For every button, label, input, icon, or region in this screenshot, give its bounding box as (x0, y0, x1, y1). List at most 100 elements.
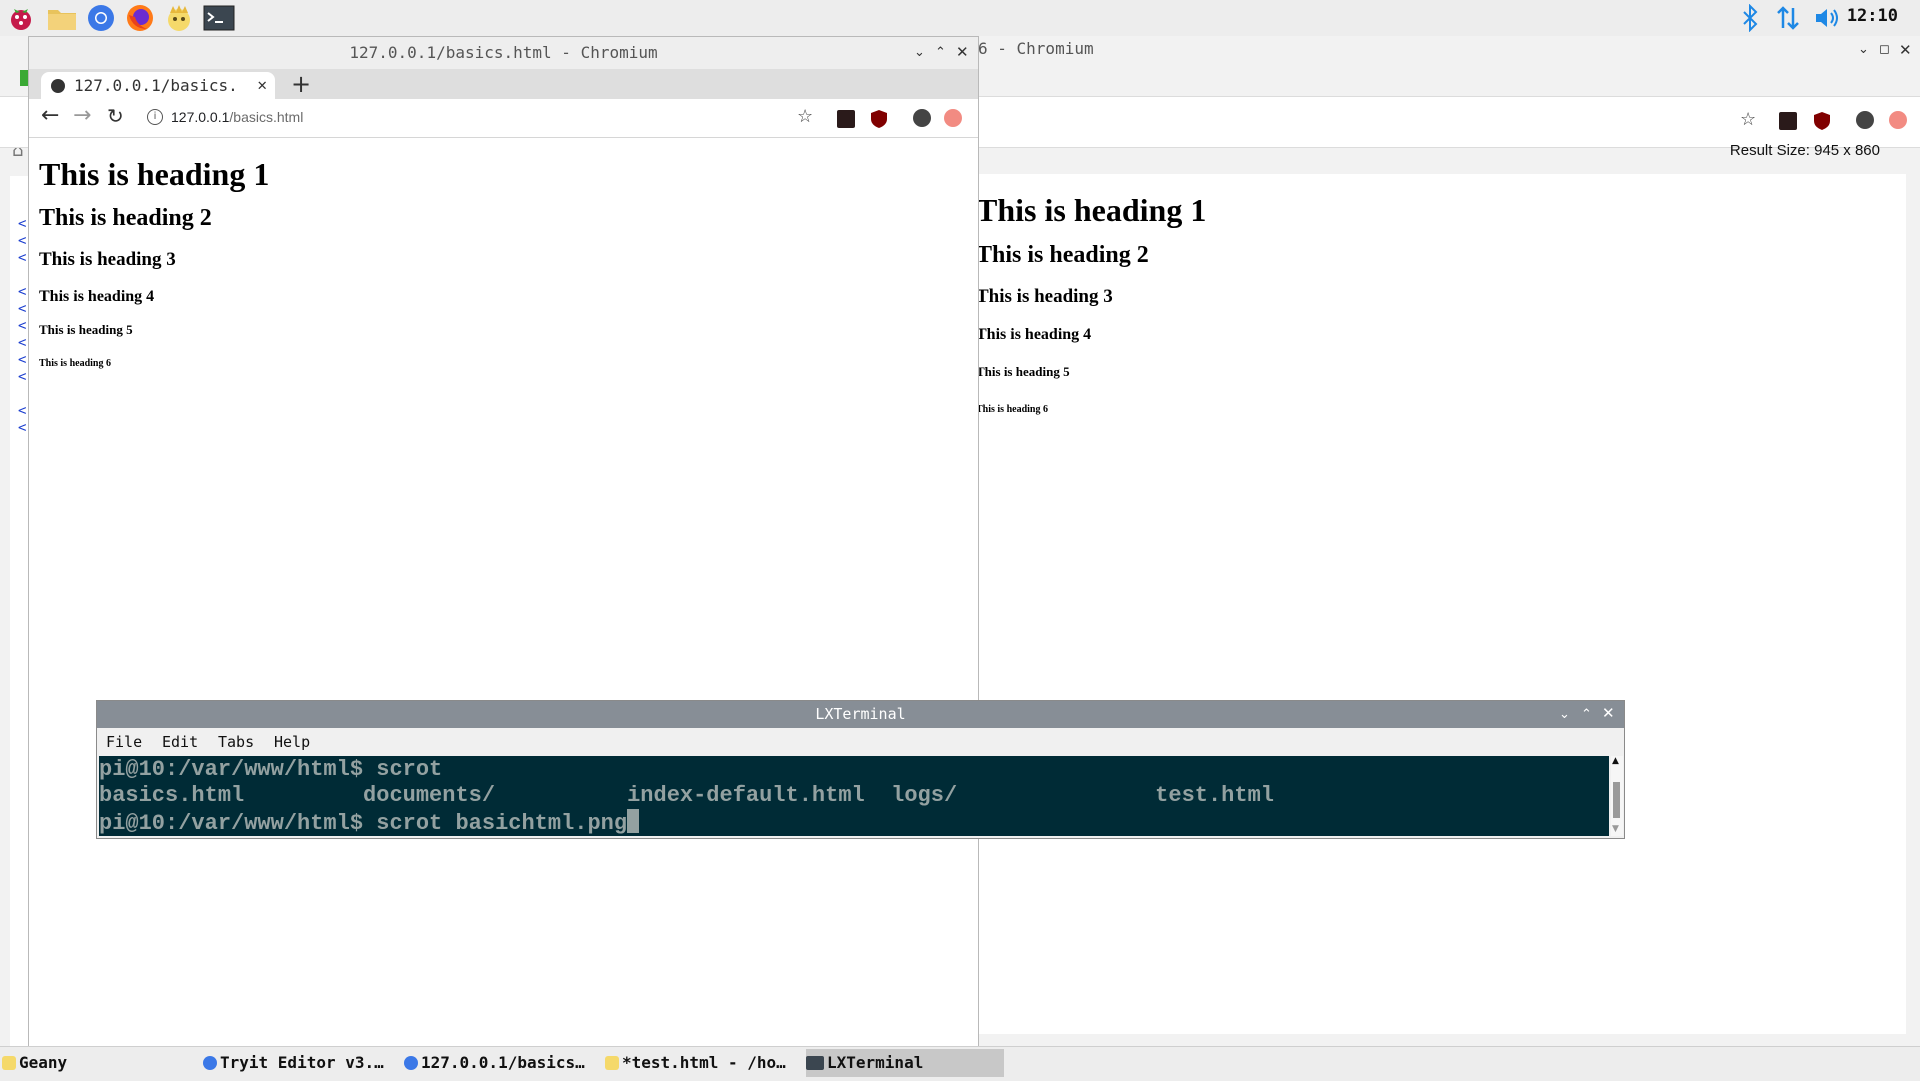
terminal-icon[interactable] (203, 3, 235, 33)
heading-6: This is heading 6 (976, 404, 1048, 415)
terminal-line: pi@10:/var/www/html$ scrot (99, 757, 443, 782)
gutter-mark: < (18, 369, 27, 385)
maximize-icon[interactable]: ⌃ (935, 37, 946, 69)
terminal-output[interactable]: pi@10:/var/www/html$ scrot basics.html d… (99, 756, 1609, 836)
scroll-down-icon[interactable]: ▼ (1612, 824, 1619, 834)
bluetooth-icon[interactable] (1741, 3, 1759, 33)
menu-tabs[interactable]: Tabs (218, 733, 254, 751)
update-icon[interactable] (1889, 111, 1907, 129)
gutter-mark: < (18, 335, 27, 351)
forward-arrow-icon[interactable]: → (73, 103, 91, 128)
firefox-icon[interactable] (125, 3, 155, 33)
taskbar-item-lxterminal[interactable]: LXTerminal (806, 1049, 1004, 1077)
browser-toolbar: ← → ↻ i 127.0.0.1/basics.html ☆ (29, 99, 978, 138)
minimize-icon[interactable]: ⌄ (1858, 42, 1869, 57)
page-content: This is heading 1 This is heading 2 This… (29, 138, 978, 1046)
account-icon[interactable] (1856, 111, 1874, 129)
window-titlebar: 127.0.0.1/basics.html - Chromium ⌄ ⌃ ✕ (29, 37, 978, 69)
menu-file[interactable]: File (106, 733, 142, 751)
gutter-mark: < (18, 284, 27, 300)
code-gutter: < < < < < < < < < < < (10, 176, 29, 1072)
minimize-icon[interactable]: ⌄ (1559, 701, 1570, 728)
taskbar-item-geany[interactable]: Geany (2, 1049, 198, 1077)
chromium-icon (203, 1056, 217, 1070)
network-icon[interactable] (1776, 4, 1800, 32)
heading-1: This is heading 1 (976, 192, 1207, 228)
extension-icon[interactable] (837, 110, 855, 128)
menu-edit[interactable]: Edit (162, 733, 198, 751)
geany-icon[interactable] (164, 3, 194, 33)
tab-close-icon[interactable]: ✕ (257, 75, 267, 94)
taskbar-item-tryit[interactable]: Tryit Editor v3.… (203, 1049, 399, 1077)
heading-3: This is heading 3 (976, 286, 1113, 307)
gutter-mark: < (18, 352, 27, 368)
tab-label: 127.0.0.1/basics. (74, 76, 238, 95)
ublock-icon[interactable] (1812, 111, 1830, 130)
scroll-thumb[interactable] (1613, 782, 1620, 818)
heading-6: This is heading 6 (39, 358, 111, 369)
taskbar-label: *test.html - /ho… (622, 1053, 786, 1072)
url-host: 127.0.0.1 (171, 109, 230, 125)
bookmark-star-icon[interactable]: ☆ (1740, 109, 1756, 130)
heading-2: This is heading 2 (976, 242, 1149, 268)
heading-1: This is heading 1 (39, 156, 270, 192)
terminal-titlebar: LXTerminal ⌄ ⌃ ✕ (97, 701, 1624, 728)
close-icon[interactable]: ✕ (1602, 700, 1615, 727)
reload-icon[interactable]: ↻ (107, 104, 124, 128)
geany-icon (605, 1056, 619, 1070)
terminal-line: pi@10:/var/www/html$ scrot basichtml.png (99, 811, 628, 836)
heading-5: This is heading 5 (976, 364, 1070, 379)
tab-basics[interactable]: 127.0.0.1/basics. ✕ (41, 72, 275, 100)
chromium-icon[interactable] (86, 3, 116, 33)
chromium-icon (404, 1056, 418, 1070)
gutter-mark: < (18, 420, 27, 436)
bookmark-star-icon[interactable]: ☆ (797, 106, 813, 127)
menu-help[interactable]: Help (274, 733, 310, 751)
taskbar-item-basics[interactable]: 127.0.0.1/basics… (404, 1049, 600, 1077)
terminal-icon (806, 1056, 824, 1070)
taskbar: Geany Tryit Editor v3.… 127.0.0.1/basics… (0, 1046, 1920, 1081)
gutter-mark: < (18, 250, 27, 266)
globe-icon (51, 79, 65, 93)
close-icon[interactable]: ✕ (1899, 41, 1912, 59)
result-frame: This is heading 1 This is heading 2 This… (976, 174, 1906, 1034)
extension-icon[interactable] (1779, 112, 1797, 130)
maximize-icon[interactable]: ⌃ (1581, 701, 1592, 728)
heading-4: This is heading 4 (39, 288, 155, 305)
clock[interactable]: 12:10 (1847, 6, 1898, 26)
file-manager-icon[interactable] (46, 3, 76, 33)
heading-3: This is heading 3 (39, 249, 176, 270)
terminal-scrollbar[interactable]: ▲ ▼ (1611, 756, 1623, 836)
terminal-menubar: File Edit Tabs Help (97, 728, 1624, 756)
site-info-icon[interactable]: i (147, 109, 163, 125)
close-icon[interactable]: ✕ (956, 36, 969, 68)
heading-5: This is heading 5 (39, 322, 133, 337)
scroll-up-icon[interactable]: ▲ (1612, 756, 1619, 766)
minimize-icon[interactable]: ⌄ (914, 37, 925, 69)
top-panel: 12:10 (0, 0, 1920, 37)
terminal-title: LXTerminal (815, 705, 906, 723)
gutter-mark: < (18, 318, 27, 334)
gutter-mark: < (18, 301, 27, 317)
update-icon[interactable] (944, 109, 962, 127)
terminal-cursor (627, 809, 640, 833)
result-size-label: Result Size: 945 x 860 (1729, 142, 1880, 159)
terminal-line: basics.html documents/ index-default.htm… (99, 783, 1274, 808)
gutter-mark: < (18, 216, 27, 232)
terminal-window: LXTerminal ⌄ ⌃ ✕ File Edit Tabs Help pi@… (96, 700, 1625, 839)
maximize-icon[interactable]: ◻ (1879, 42, 1890, 57)
heading-2: This is heading 2 (39, 205, 212, 231)
volume-icon[interactable] (1813, 4, 1841, 32)
back-arrow-icon[interactable]: ← (41, 103, 59, 128)
ublock-icon[interactable] (869, 109, 887, 128)
account-icon[interactable] (913, 109, 931, 127)
browser-window: 127.0.0.1/basics.html - Chromium ⌄ ⌃ ✕ 1… (28, 36, 979, 1048)
address-bar[interactable]: 127.0.0.1/basics.html (171, 109, 303, 125)
window-title: 6 - Chromium (978, 39, 1094, 58)
taskbar-item-test-html[interactable]: *test.html - /ho… (605, 1049, 801, 1077)
geany-icon (2, 1056, 16, 1070)
taskbar-label: LXTerminal (827, 1053, 924, 1072)
raspberry-menu-icon[interactable] (6, 3, 36, 33)
taskbar-label: Geany (19, 1053, 68, 1072)
new-tab-button[interactable]: + (291, 70, 311, 98)
